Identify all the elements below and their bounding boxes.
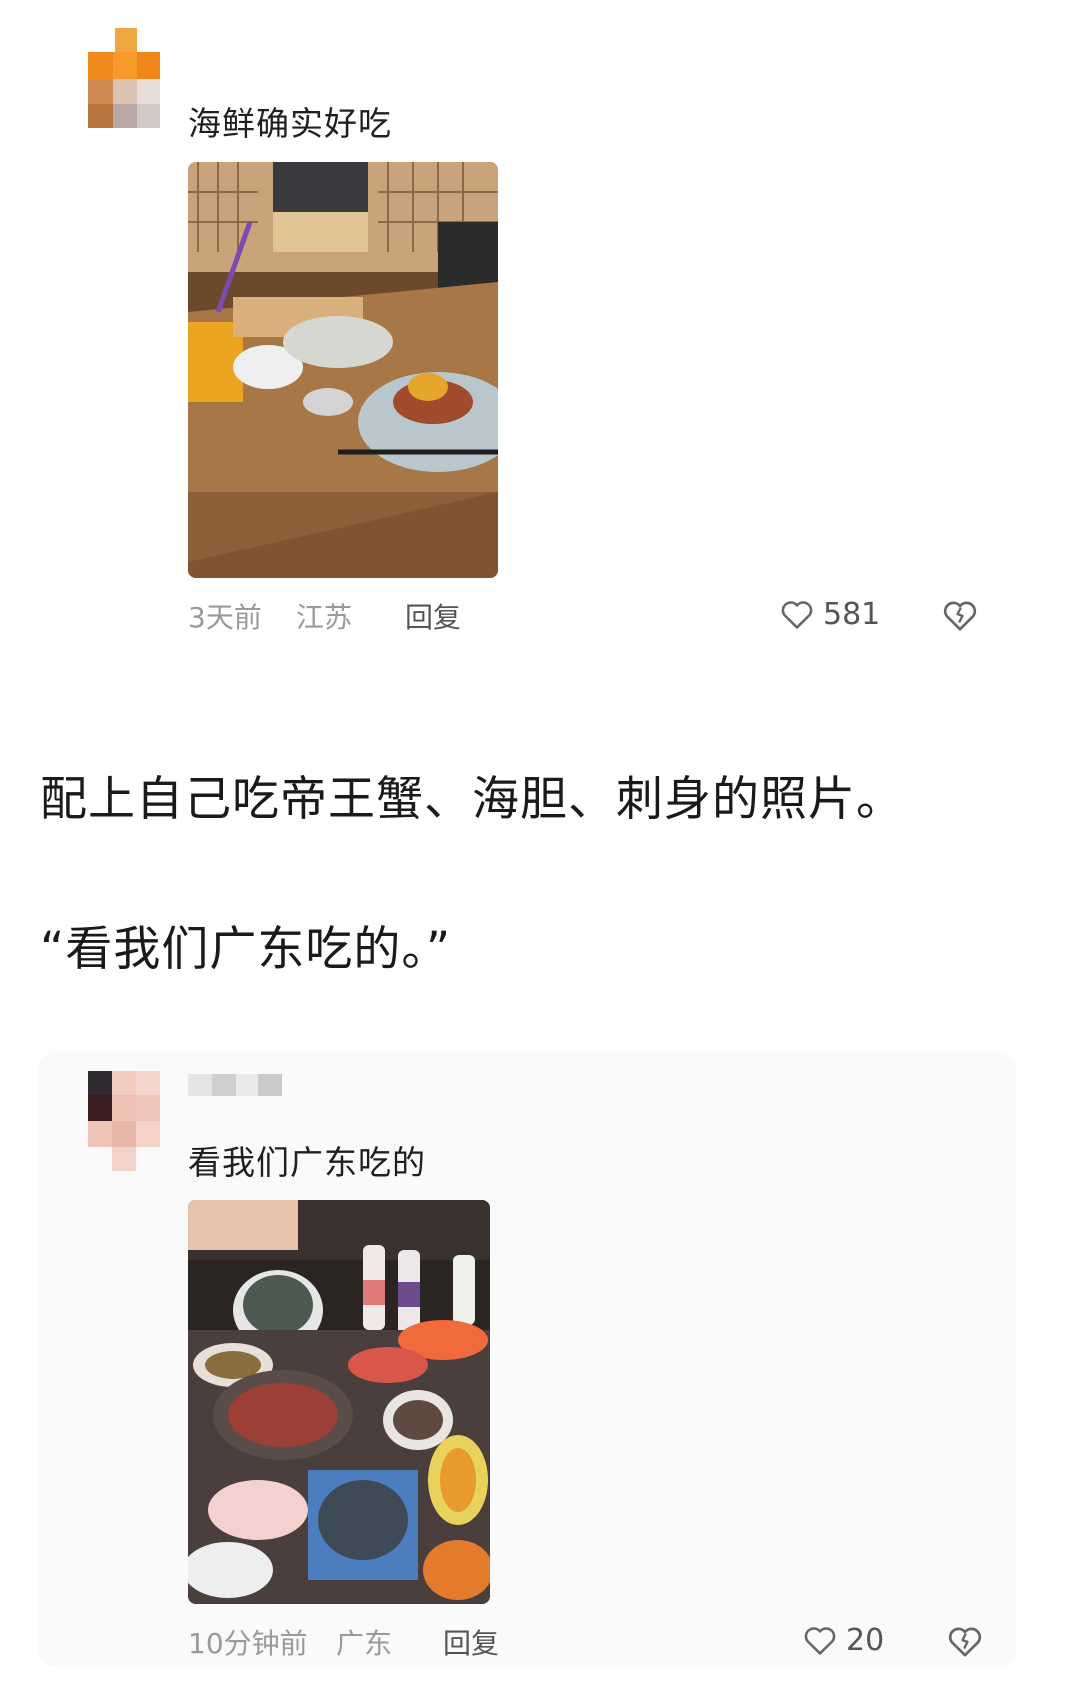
like-count: 581 [823, 596, 881, 632]
commenter-avatar[interactable] [88, 1071, 160, 1171]
comment-photo[interactable] [188, 1200, 490, 1604]
like-button[interactable]: 581 [777, 594, 880, 634]
article-quote: “看我们广东吃的。” [40, 922, 452, 977]
comment-card [38, 1052, 1016, 1667]
broken-heart-icon [948, 1627, 982, 1657]
dislike-button[interactable] [939, 595, 981, 639]
heart-outline-icon [804, 1627, 836, 1655]
broken-heart-icon [943, 601, 977, 631]
dislike-button[interactable] [944, 1621, 986, 1665]
comment-time: 10分钟前 [188, 1627, 308, 1660]
reply-button[interactable]: 回复 [405, 596, 461, 636]
like-count: 20 [846, 1622, 885, 1658]
heart-outline-icon [781, 601, 813, 629]
comment-time: 3天前 [188, 601, 262, 634]
restaurant-table-photo [188, 162, 498, 578]
commenter-avatar[interactable] [88, 28, 160, 128]
comment-photo[interactable] [188, 162, 498, 578]
like-button[interactable]: 20 [800, 1620, 884, 1660]
comment-text: 看我们广东吃的 [188, 1143, 426, 1182]
comment-location: 广东 [336, 1627, 393, 1660]
comment-text: 海鲜确实好吃 [188, 104, 392, 143]
reply-button[interactable]: 回复 [443, 1622, 499, 1662]
seafood-spread-photo [188, 1200, 490, 1604]
comment-location: 江苏 [296, 601, 353, 634]
article-paragraph: 配上自己吃帝王蟹、海胆、刺身的照片。 [40, 772, 904, 827]
username-obscured [188, 1074, 282, 1096]
